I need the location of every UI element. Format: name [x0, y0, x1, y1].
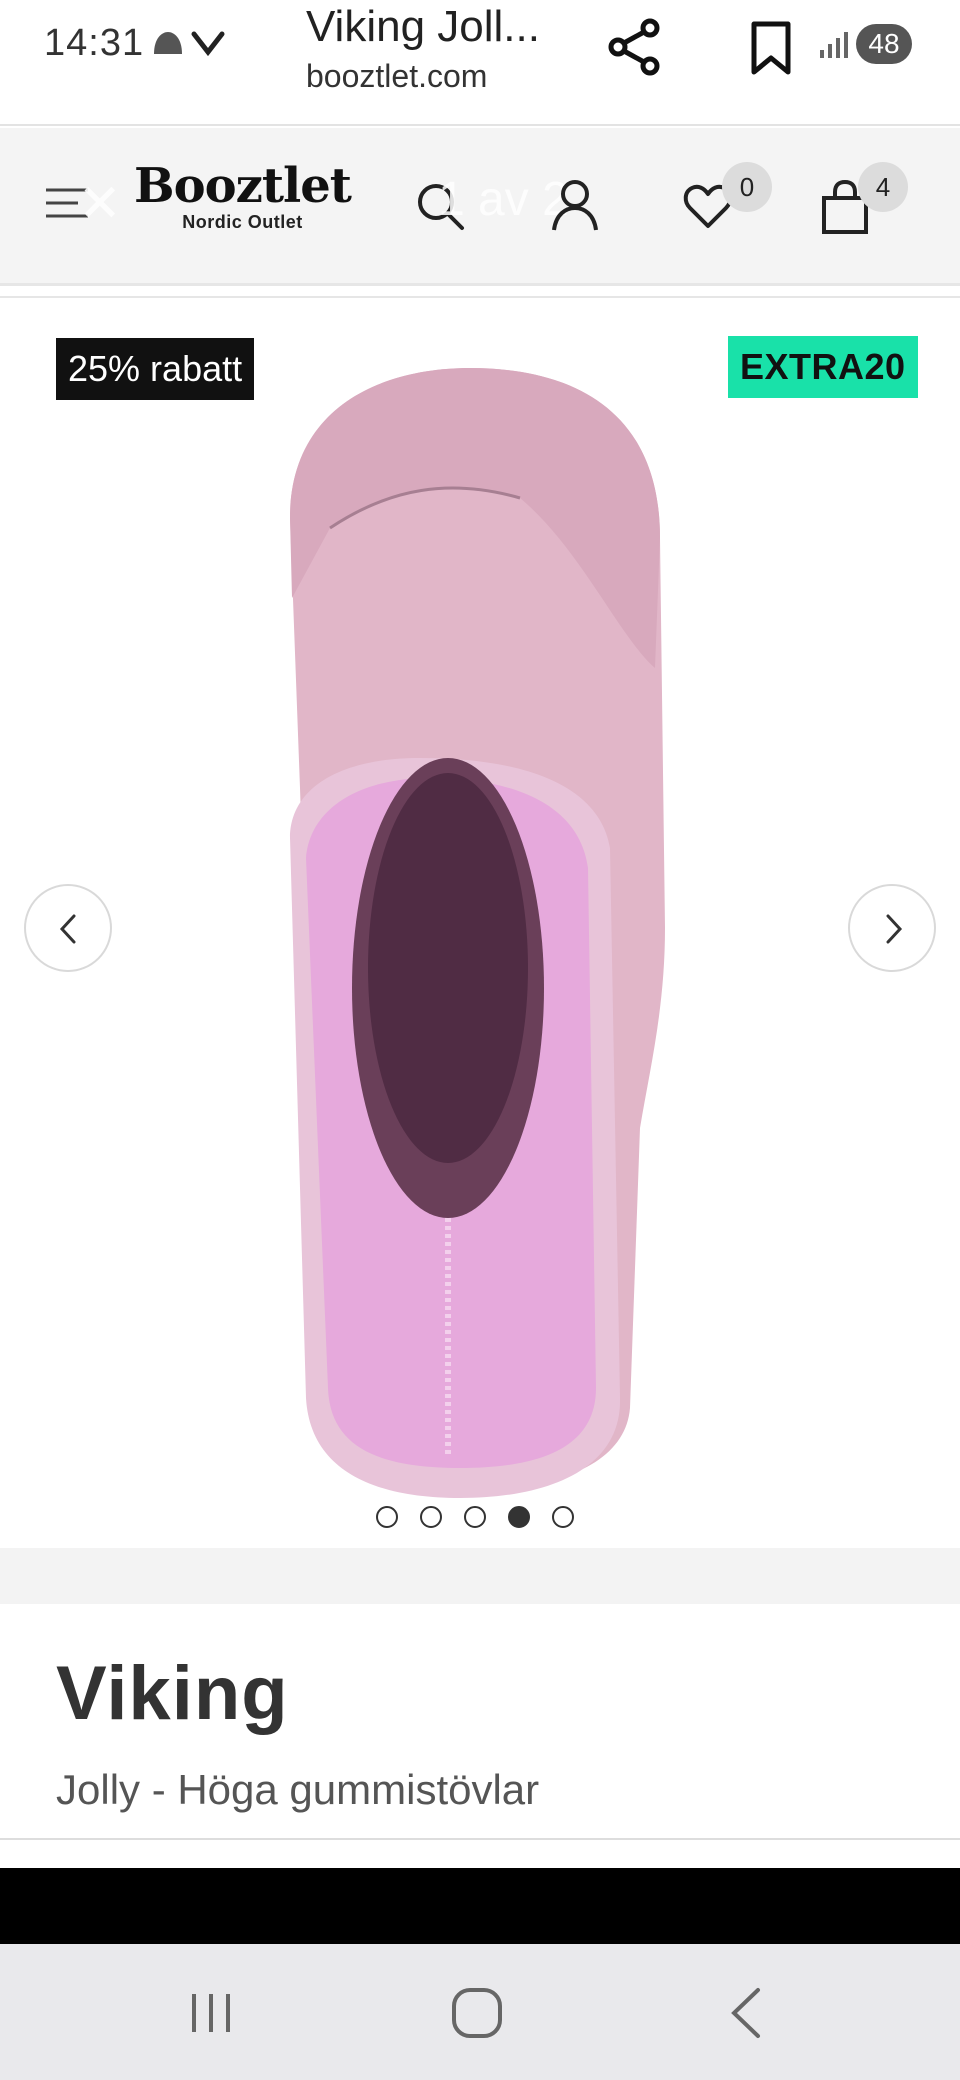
divider — [0, 1838, 960, 1840]
status-time: 14:31 — [44, 22, 145, 64]
share-icon[interactable] — [606, 16, 664, 78]
logo-subtitle: Nordic Outlet — [182, 212, 303, 232]
pagination-dot[interactable] — [464, 1506, 486, 1528]
promo-code-badge: EXTRA20 — [728, 336, 918, 398]
chevron-right-icon — [886, 914, 903, 944]
battery-badge: 48 — [856, 24, 912, 64]
signal-icon — [790, 26, 850, 68]
product-brand[interactable]: Viking — [56, 1650, 289, 1737]
chevron-left-icon — [59, 914, 76, 944]
gallery-prev-button[interactable] — [24, 884, 112, 972]
pagination-dot[interactable] — [552, 1506, 574, 1528]
system-nav-bar — [0, 1944, 960, 2080]
section-spacer — [0, 1548, 960, 1604]
logo-wordmark: Booztlet — [134, 158, 352, 214]
pagination-dot[interactable] — [376, 1506, 398, 1528]
close-icon: ✕ — [78, 175, 122, 233]
bookmark-icon[interactable] — [748, 20, 794, 76]
cart-count-badge: 4 — [858, 162, 908, 212]
site-header: ✕ Booztlet Nordic Outlet 1 av 2 — [0, 128, 960, 286]
gallery-pagination — [376, 1506, 574, 1528]
bottom-bar — [0, 1868, 960, 1944]
user-icon[interactable] — [550, 178, 600, 234]
product-image-boot[interactable] — [270, 368, 690, 1508]
back-icon[interactable] — [726, 1986, 766, 2040]
browser-top-bar: 14:31 Viking Joll... booztlet.com 48 — [0, 0, 960, 126]
tab-title[interactable]: Viking Joll... — [306, 2, 540, 52]
recent-apps-icon[interactable] — [186, 1988, 236, 2038]
notification-icons — [148, 24, 228, 73]
home-icon[interactable] — [448, 1984, 506, 2042]
tab-url[interactable]: booztlet.com — [306, 58, 487, 95]
pagination-dot[interactable] — [420, 1506, 442, 1528]
gallery-next-button[interactable] — [848, 884, 936, 972]
product-gallery[interactable]: 25% rabatt EXTRA20 — [0, 296, 960, 1546]
wishlist-count-badge: 0 — [722, 162, 772, 212]
booztlet-logo[interactable]: Booztlet Nordic Outlet — [134, 158, 352, 233]
product-name: Jolly - Höga gummistövlar — [56, 1766, 540, 1813]
discount-badge: 25% rabatt — [56, 338, 255, 400]
pagination-dot-active[interactable] — [508, 1506, 530, 1528]
